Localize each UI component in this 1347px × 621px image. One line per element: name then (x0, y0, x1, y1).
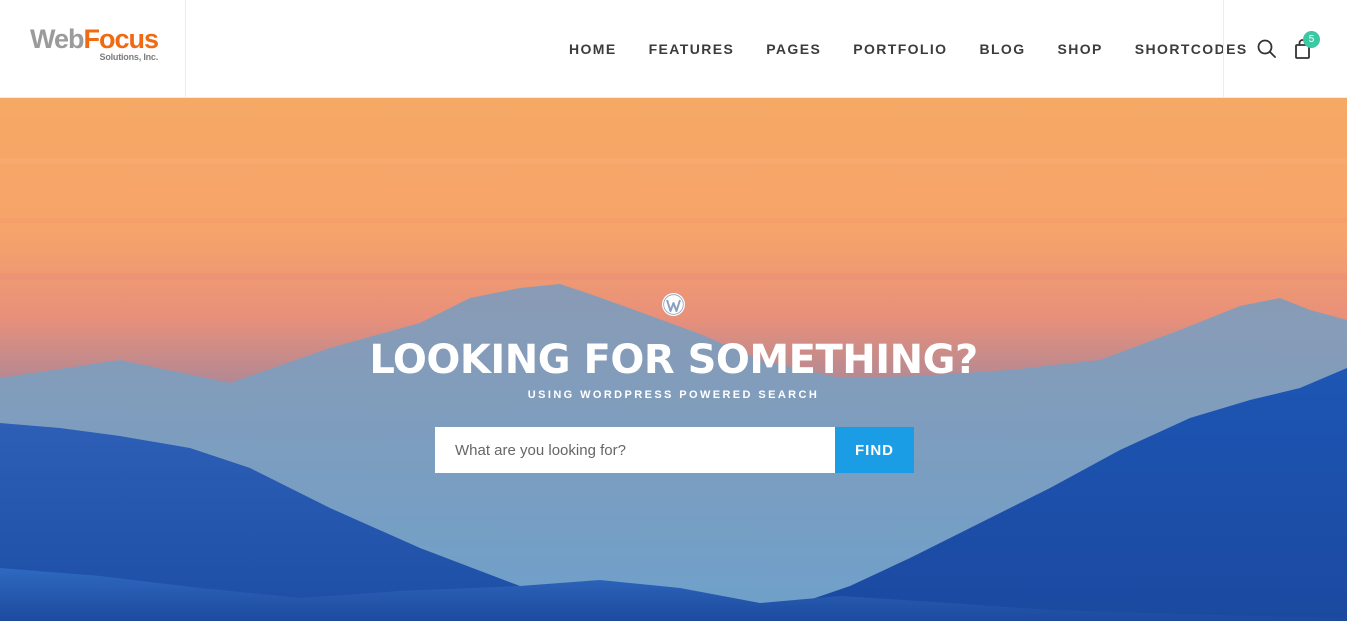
main-nav: HOME FEATURES PAGES PORTFOLIO BLOG SHOP … (553, 0, 1264, 98)
nav-item-features[interactable]: FEATURES (633, 41, 751, 57)
find-button[interactable]: FIND (835, 427, 914, 473)
logo-word-focus: Focus (83, 24, 160, 54)
search-icon[interactable] (1256, 38, 1278, 60)
cart-count-badge: 5 (1303, 31, 1320, 48)
nav-item-portfolio[interactable]: PORTFOLIO (837, 41, 963, 57)
nav-item-home[interactable]: HOME (553, 41, 633, 57)
logo-wordmark: WebFocus (30, 24, 160, 54)
site-search-form: FIND (435, 427, 914, 473)
nav-item-shop[interactable]: SHOP (1042, 41, 1119, 57)
nav-item-blog[interactable]: BLOG (963, 41, 1041, 57)
site-logo[interactable]: WebFocus Solutions, Inc. (30, 24, 160, 62)
hero-title: LOOKING FOR SOMETHING? (369, 337, 978, 383)
hero-subtitle: USING WORDPRESS POWERED SEARCH (527, 389, 820, 401)
header-tools: 5 (1223, 0, 1347, 98)
logo-area: WebFocus Solutions, Inc. (0, 0, 186, 98)
site-header: WebFocus Solutions, Inc. HOME FEATURES P… (0, 0, 1347, 98)
logo-word-web: Web (30, 24, 85, 54)
wordpress-icon (661, 292, 686, 317)
search-input[interactable] (435, 427, 835, 473)
nav-item-pages[interactable]: PAGES (750, 41, 837, 57)
hero-search-section: LOOKING FOR SOMETHING? USING WORDPRESS P… (0, 98, 1347, 621)
